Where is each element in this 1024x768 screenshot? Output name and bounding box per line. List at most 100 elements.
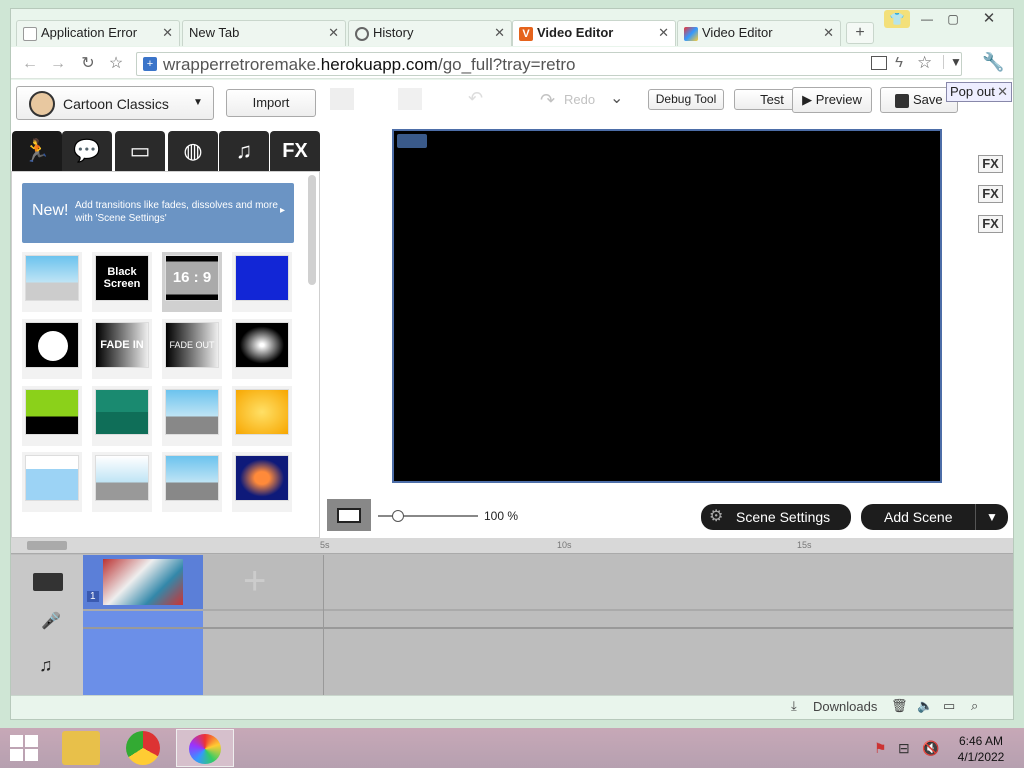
- new-tab-button[interactable]: +: [846, 22, 874, 44]
- speaker-icon[interactable]: 🔈: [917, 698, 933, 714]
- back-icon[interactable]: ←: [20, 54, 40, 74]
- flag-icon[interactable]: ⚑: [874, 740, 887, 757]
- transition-thumb[interactable]: 16 : 9: [162, 252, 222, 312]
- redo-label[interactable]: Redo: [564, 92, 595, 107]
- cartoon-face-icon: [29, 91, 55, 117]
- window-close-icon[interactable]: ✕: [976, 10, 1002, 28]
- transition-thumb[interactable]: [22, 252, 82, 312]
- close-icon[interactable]: ✕: [328, 21, 339, 45]
- speech-bubble-category-icon[interactable]: 💬: [62, 131, 112, 171]
- add-scene-button[interactable]: Add Scene ▼: [861, 504, 1008, 530]
- transition-thumb-image: [235, 389, 289, 435]
- close-icon[interactable]: ✕: [997, 83, 1008, 101]
- close-icon[interactable]: ✕: [162, 21, 173, 45]
- fx-button[interactable]: FX: [978, 215, 1003, 233]
- tab-video-editor[interactable]: Video Editor ✕: [677, 20, 841, 46]
- transition-thumb[interactable]: [162, 452, 222, 512]
- transition-thumb[interactable]: [92, 386, 152, 446]
- shield-icon: +: [143, 57, 157, 71]
- scene-clip[interactable]: 1: [83, 555, 203, 609]
- address-bar[interactable]: + wrapperretroremake.herokuapp.com/go_fu…: [136, 52, 962, 76]
- bookmark-star-icon[interactable]: ☆: [106, 54, 126, 74]
- windows-start-icon[interactable]: [10, 735, 38, 761]
- tab-history[interactable]: History ✕: [348, 20, 512, 46]
- clock[interactable]: 6:46 AM 4/1/2022: [950, 733, 1012, 765]
- star-icon[interactable]: ☆: [917, 53, 932, 73]
- chevron-down-icon[interactable]: ▼: [975, 504, 998, 530]
- props-category-icon[interactable]: ▭: [115, 131, 165, 171]
- panel-scrollbar[interactable]: [308, 175, 316, 285]
- new-feature-banner[interactable]: New! Add transitions like fades, dissolv…: [22, 183, 294, 243]
- network-icon[interactable]: ⊟: [898, 740, 910, 757]
- timeline-ruler: 5s 10s 15s: [11, 538, 1013, 554]
- close-icon[interactable]: ✕: [494, 21, 505, 45]
- chevron-down-icon[interactable]: ▼: [943, 55, 962, 69]
- transition-thumb[interactable]: [162, 386, 222, 446]
- transition-thumb[interactable]: Black Screen: [92, 252, 152, 312]
- debug-tool-button[interactable]: Debug Tool: [648, 89, 724, 110]
- tab-application-error[interactable]: Application Error ✕: [16, 20, 180, 46]
- transition-thumb[interactable]: [22, 452, 82, 512]
- fx-button[interactable]: FX: [978, 155, 1003, 173]
- close-icon[interactable]: ✕: [823, 21, 834, 45]
- blocked-popup-icon[interactable]: [871, 56, 887, 70]
- forward-icon[interactable]: →: [48, 54, 68, 74]
- transition-thumb[interactable]: FADE IN: [92, 319, 152, 379]
- transition-thumb-image: [235, 322, 289, 368]
- zoom-slider-handle[interactable]: [392, 510, 404, 522]
- transition-thumb-image: 16 : 9: [165, 255, 219, 301]
- ball-category-icon[interactable]: ◍: [168, 131, 218, 171]
- ruler-mark: 10s: [557, 540, 572, 550]
- add-scene-slot[interactable]: +: [203, 555, 323, 609]
- transition-thumb[interactable]: [22, 386, 82, 446]
- tab-video-editor-active[interactable]: V Video Editor ✕: [512, 20, 676, 46]
- wrench-icon[interactable]: 🔧: [982, 52, 1004, 73]
- fx-button[interactable]: FX: [978, 185, 1003, 203]
- transition-thumb[interactable]: [232, 252, 292, 312]
- transition-thumb[interactable]: [92, 452, 152, 512]
- camera-icon[interactable]: [397, 134, 427, 148]
- maximize-icon[interactable]: ▢: [940, 10, 966, 28]
- scene-stage[interactable]: [392, 129, 942, 483]
- zoom-icon[interactable]: ⌕: [971, 698, 978, 714]
- chrome-icon[interactable]: [126, 731, 160, 765]
- characters-category-icon[interactable]: 🏃: [12, 131, 62, 171]
- undo-icon[interactable]: ↶: [468, 88, 492, 110]
- microphone-icon: 🎤: [41, 613, 61, 630]
- copy-icon[interactable]: [330, 88, 354, 110]
- downloads-link[interactable]: Downloads: [813, 699, 877, 714]
- profile-icon[interactable]: 👕: [884, 10, 910, 28]
- transition-thumb[interactable]: [232, 319, 292, 379]
- rewind-icon[interactable]: [27, 541, 67, 550]
- scene-settings-button[interactable]: ⚙ Scene Settings: [701, 504, 851, 530]
- transition-thumb-image: [235, 455, 289, 501]
- import-button[interactable]: Import: [226, 89, 316, 117]
- redo-icon[interactable]: ↷: [540, 90, 555, 111]
- screen-icon[interactable]: ▭: [943, 698, 955, 714]
- trash-icon[interactable]: 🗑: [891, 698, 908, 714]
- popout-tooltip[interactable]: Pop out ✕: [946, 82, 1012, 102]
- transition-thumb[interactable]: [232, 452, 292, 512]
- transition-thumb[interactable]: [232, 386, 292, 446]
- chevron-down-icon[interactable]: ⌄: [610, 88, 623, 108]
- transition-thumb[interactable]: FADE OUT: [162, 319, 222, 379]
- fx-category-tab[interactable]: FX: [270, 131, 320, 171]
- taskbar-active-app[interactable]: [176, 729, 234, 767]
- theme-selector[interactable]: Cartoon Classics ▼: [16, 86, 214, 120]
- preview-button[interactable]: ▶ Preview: [792, 87, 872, 113]
- clock-icon: [355, 26, 369, 41]
- lightning-icon[interactable]: ϟ: [895, 54, 903, 71]
- file-explorer-icon[interactable]: [62, 731, 100, 765]
- tab-new-tab[interactable]: New Tab ✕: [182, 20, 346, 46]
- transition-thumb[interactable]: [22, 319, 82, 379]
- scene-thumbnail-button[interactable]: [327, 499, 371, 531]
- minimize-icon[interactable]: —: [914, 10, 940, 28]
- reload-icon[interactable]: ↻: [78, 54, 98, 74]
- music-category-icon[interactable]: ♫: [219, 131, 269, 171]
- volume-muted-icon[interactable]: 🔇: [922, 740, 939, 757]
- paste-icon[interactable]: [398, 88, 422, 110]
- close-icon[interactable]: ✕: [658, 21, 669, 45]
- transition-thumb-image: [25, 322, 79, 368]
- track-divider: [323, 555, 324, 695]
- clock-time: 6:46 AM: [958, 734, 1004, 748]
